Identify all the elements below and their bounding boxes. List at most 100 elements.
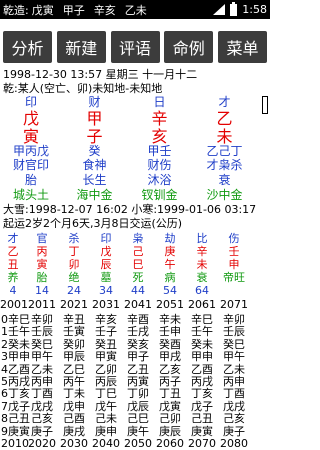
dayun-year: 2001: [0, 298, 28, 311]
dayun-stages-row: 养 胎 绝 墓 死 病 衰 帝旺: [0, 271, 270, 284]
battery-icon: [230, 1, 238, 16]
dayun-age: 4: [9, 284, 17, 297]
dayun-ten-god: 劫: [164, 232, 176, 245]
liunian-cell: 2040: [92, 437, 120, 450]
hidden-stems-row: 甲丙戊 癸 甲壬 乙己丁: [0, 144, 270, 159]
pillar-stem: 甲: [86, 109, 103, 128]
pillar-ten-god: 日: [153, 95, 166, 109]
dayun-branch: 巳: [132, 258, 144, 271]
dayun-stage: 帝旺: [223, 271, 245, 284]
liunian-cell: 2030: [60, 437, 88, 450]
dayun-stage: 衰: [196, 271, 208, 284]
dayun-age: 44: [131, 284, 145, 297]
life-stage: 沐浴: [147, 173, 172, 187]
dayun-age: [218, 284, 250, 297]
hidden-gods-row: 财官印 食神 财伤 才枭杀: [0, 158, 270, 173]
dayun-year: 2051: [156, 298, 184, 311]
new-button[interactable]: 新建: [56, 31, 106, 63]
dayun-ten-god: 枭: [132, 232, 144, 245]
dayun-ten-god: 官: [36, 232, 48, 245]
dayun-year: 2021: [60, 298, 88, 311]
status-pillar-year: 戊寅: [31, 3, 54, 17]
dayun-age: 54: [163, 284, 177, 297]
dayun-ten-god: 印: [100, 232, 112, 245]
dayun-stage: 墓: [100, 271, 112, 284]
hidden-god: 食神: [82, 158, 107, 172]
liunian-cell: 2050: [124, 437, 152, 450]
nayin-row: 城头土 海中金 钗钏金 沙中金: [0, 188, 270, 203]
life-stage: 长生: [82, 173, 107, 187]
hidden-god: 财官印: [12, 158, 49, 172]
liunian-cell: 2060: [156, 437, 184, 450]
dayun-stage: 胎: [36, 271, 48, 284]
dayun-branch: 丑: [7, 258, 19, 271]
nayin: 钗钏金: [141, 188, 178, 202]
life-stage: 胎: [24, 173, 37, 187]
pillar-ten-god: 才: [218, 95, 231, 109]
dayun-year: 2031: [92, 298, 120, 311]
dayun-stem: 丁: [68, 245, 80, 258]
life-stage-row: 胎 长生 沐浴 衰: [0, 173, 270, 188]
liunian-cell: 2010: [1, 437, 29, 450]
dayun-stage: 绝: [68, 271, 80, 284]
status-bar: 乾造: 戊寅 甲子 辛亥 乙未 1:58: [0, 0, 270, 19]
signal-icon: [213, 4, 226, 15]
dayun-ten-gods-row: 才 官 杀 印 枭 劫 比 伤: [0, 232, 270, 245]
dayun-age: 24: [67, 284, 81, 297]
dayun-years-row: 2001 2011 2021 2031 2041 2051 2061 2071: [0, 298, 270, 311]
pillar-ten-gods-row: 印 财 日 才: [0, 95, 270, 110]
pillar-ten-god: 财: [88, 95, 101, 109]
life-stage: 衰: [218, 173, 231, 187]
dayun-ages-row: 4 14 24 34 44 54 64: [0, 284, 270, 297]
dayun-ten-god: 伤: [228, 232, 240, 245]
pillar-stems-row: 戊 甲 辛 乙: [0, 109, 270, 128]
luck-start: 起运2岁2个月6天,3月8日交运(公历): [3, 217, 183, 230]
nayin: 沙中金: [206, 188, 243, 202]
pillar-stem: 辛: [151, 109, 168, 128]
dayun-branch: 午: [164, 258, 176, 271]
dayun-year: 2061: [188, 298, 216, 311]
nayin: 海中金: [76, 188, 113, 202]
status-pillar-day: 辛亥: [93, 3, 116, 17]
person-info: 乾:某人(空亡、卯)未知地-未知地: [3, 82, 163, 95]
dayun-branch: 卯: [68, 258, 80, 271]
hidden-god: 才枭杀: [206, 158, 243, 172]
dayun-stage: 死: [132, 271, 144, 284]
dayun-ten-god: 才: [7, 232, 19, 245]
clock: 1:58: [242, 3, 267, 16]
dayun-ten-god: 比: [196, 232, 208, 245]
hidden-god: 财伤: [147, 158, 172, 172]
menu-button[interactable]: 菜单: [218, 31, 267, 63]
liunian-cell: 2070: [188, 437, 216, 450]
dayun-stem: 庚: [164, 245, 176, 258]
dayun-stage: 病: [164, 271, 176, 284]
examples-button[interactable]: 命例: [164, 31, 214, 63]
dayun-stem: 辛: [196, 245, 208, 258]
analyze-button[interactable]: 分析: [3, 31, 52, 63]
solar-terms: 大雪:1998-12-07 16:02 小寒:1999-01-06 03:17: [3, 203, 257, 216]
hidden-stem: 甲壬: [147, 144, 172, 158]
liunian-cell: 2080: [220, 437, 248, 450]
dayun-stage: 养: [7, 271, 19, 284]
hidden-stem: 甲丙戊: [12, 144, 49, 158]
dayun-ten-god: 杀: [68, 232, 80, 245]
dayun-age: 14: [35, 284, 49, 297]
dayun-branch: 寅: [36, 258, 48, 271]
pillar-stem: 戊: [22, 109, 39, 128]
status-pillar-month: 甲子: [62, 3, 85, 17]
dayun-stems-row: 乙 丙 丁 戊 己 庚 辛 壬: [0, 245, 270, 258]
comment-button[interactable]: 评语: [110, 31, 160, 63]
dayun-branch: 辰: [100, 258, 112, 271]
dayun-branch: 申: [228, 258, 240, 271]
dayun-stem: 己: [132, 245, 144, 258]
pillar-ten-god: 印: [24, 95, 37, 109]
toolbar: 分析 新建 评语 命例 菜单: [0, 31, 270, 63]
birth-datetime: 1998-12-30 13:57 星期三 十一月十二: [3, 68, 198, 81]
dayun-age: 64: [195, 284, 209, 297]
dayun-year: 2011: [28, 298, 56, 311]
dayun-branch: 未: [196, 258, 208, 271]
hidden-stem: 癸: [88, 144, 101, 158]
dayun-age: 34: [99, 284, 113, 297]
status-bar-label: 乾造:: [3, 3, 29, 17]
nayin: 城头土: [12, 188, 49, 202]
